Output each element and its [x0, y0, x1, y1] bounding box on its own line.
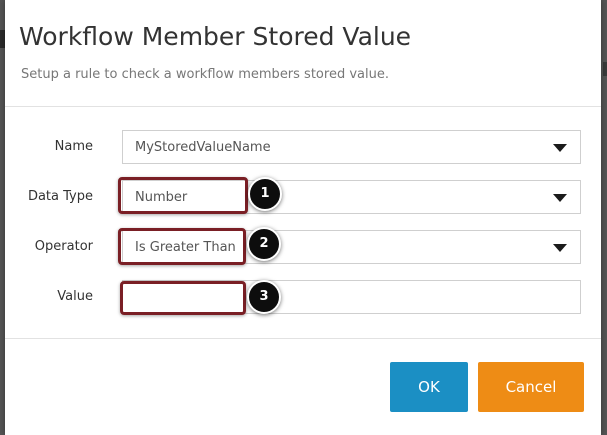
chevron-down-icon[interactable]: [553, 244, 567, 252]
operator-label: Operator: [34, 239, 93, 254]
value-row: Value: [5, 280, 601, 316]
name-row: Name MyStoredValueName: [5, 130, 601, 166]
ok-button[interactable]: OK: [390, 362, 468, 412]
step-badge-1: 1: [248, 177, 282, 211]
dialog-header: Workflow Member Stored Value Setup a rul…: [5, 0, 601, 107]
dialog-footer: OK Cancel: [5, 338, 601, 435]
name-select-value: MyStoredValueName: [135, 140, 271, 155]
chevron-down-icon[interactable]: [553, 194, 567, 202]
name-select[interactable]: MyStoredValueName: [122, 130, 581, 164]
data-type-row: Data Type Number: [5, 180, 601, 216]
chevron-down-icon[interactable]: [553, 144, 567, 152]
name-label: Name: [54, 139, 93, 154]
step-badge-2: 2: [247, 227, 281, 261]
step-badge-3: 3: [247, 280, 281, 314]
operator-row: Operator Is Greater Than: [5, 230, 601, 266]
value-label: Value: [57, 289, 93, 304]
background-element: [603, 62, 607, 76]
stored-value-dialog: Workflow Member Stored Value Setup a rul…: [5, 0, 601, 435]
data-type-label: Data Type: [27, 189, 93, 204]
cancel-button[interactable]: Cancel: [478, 362, 584, 412]
highlight-operator: [118, 228, 246, 265]
highlight-value: [120, 281, 246, 315]
highlight-data-type: [118, 177, 248, 214]
dialog-title: Workflow Member Stored Value: [19, 22, 412, 51]
dialog-subtitle: Setup a rule to check a workflow members…: [21, 67, 389, 82]
